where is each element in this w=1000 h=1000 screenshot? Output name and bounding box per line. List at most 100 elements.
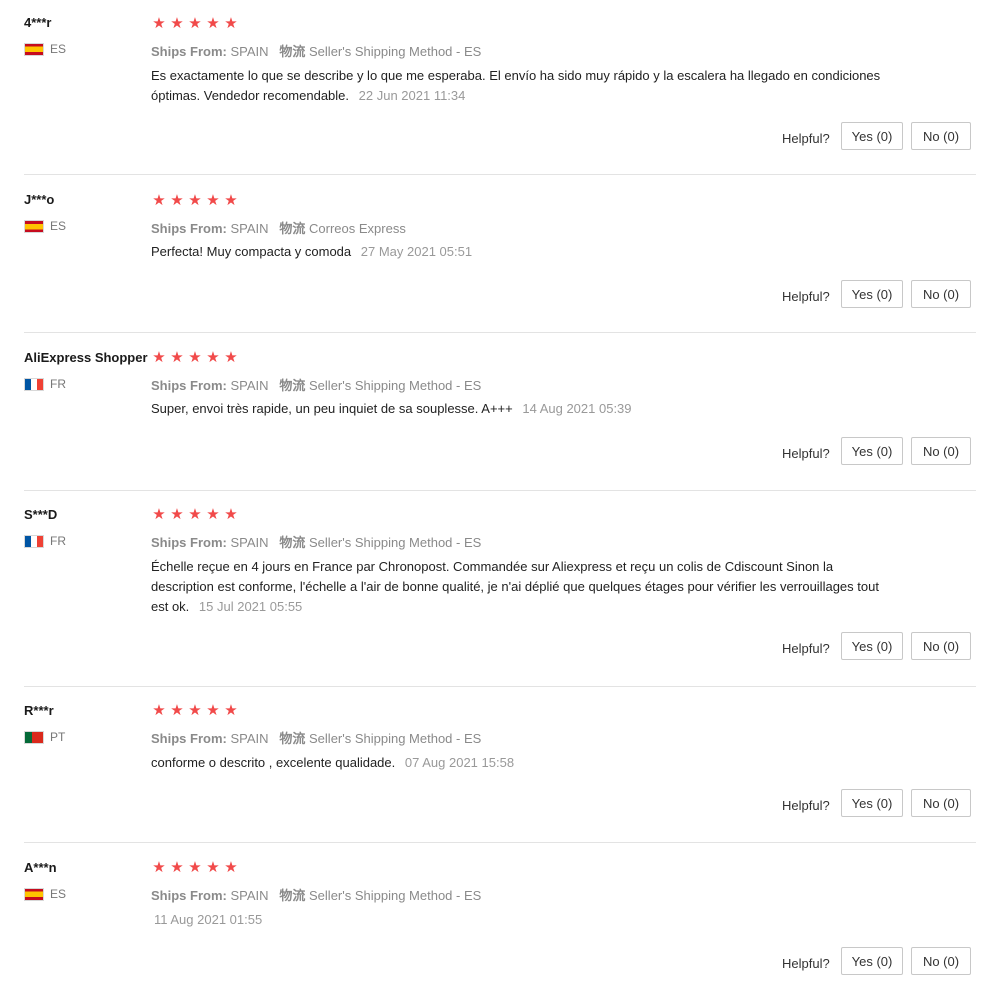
review-divider xyxy=(24,332,976,333)
helpful-label: Helpful? xyxy=(782,641,830,656)
shipping-info: Ships From: SPAIN 物流 Seller's Shipping M… xyxy=(151,885,481,904)
star-icon: ★ xyxy=(224,349,238,366)
review-body: 11 Aug 2021 01:55 xyxy=(151,910,881,930)
star-icon: ★ xyxy=(224,192,238,209)
review-body: Perfecta! Muy compacta y comoda 27 May 2… xyxy=(151,242,881,262)
star-icon: ★ xyxy=(206,859,220,876)
reviewer-country: FR xyxy=(24,534,66,548)
shipping-info: Ships From: SPAIN 物流 Correos Express xyxy=(151,218,406,237)
shipping-info: Ships From: SPAIN 物流 Seller's Shipping M… xyxy=(151,532,481,551)
star-icon: ★ xyxy=(170,15,184,32)
star-rating: ★ ★ ★ ★ ★ xyxy=(151,860,239,875)
helpful-label: Helpful? xyxy=(782,131,830,146)
shipping-info: Ships From: SPAIN 物流 Seller's Shipping M… xyxy=(151,41,481,60)
star-icon: ★ xyxy=(206,506,220,523)
ships-from-value: SPAIN xyxy=(230,888,269,903)
ships-from-value: SPAIN xyxy=(230,44,269,59)
helpful-no-button[interactable]: No (0) xyxy=(911,280,971,308)
ships-from-label: Ships From: xyxy=(151,221,227,236)
star-icon: ★ xyxy=(170,859,184,876)
ships-from-label: Ships From: xyxy=(151,888,227,903)
country-code: ES xyxy=(50,887,67,901)
helpful-no-button[interactable]: No (0) xyxy=(911,632,971,660)
logistics-label: 物流 xyxy=(279,888,306,903)
review-text: Super, envoi très rapide, un peu inquiet… xyxy=(151,401,513,416)
country-code: FR xyxy=(50,534,66,548)
shipping-method: Seller's Shipping Method - ES xyxy=(309,888,482,903)
helpful-yes-button[interactable]: Yes (0) xyxy=(841,947,903,975)
helpful-no-button[interactable]: No (0) xyxy=(911,947,971,975)
shipping-method: Correos Express xyxy=(309,221,406,236)
france-flag-icon xyxy=(24,377,44,391)
helpful-no-button[interactable]: No (0) xyxy=(911,437,971,465)
star-rating: ★ ★ ★ ★ ★ xyxy=(151,507,239,522)
reviewer-country: PT xyxy=(24,730,65,744)
country-code: ES xyxy=(50,42,67,56)
review-date: 15 Jul 2021 05:55 xyxy=(198,599,303,614)
star-rating: ★ ★ ★ ★ ★ xyxy=(151,703,239,718)
helpful-yes-button[interactable]: Yes (0) xyxy=(841,632,903,660)
review-date: 11 Aug 2021 01:55 xyxy=(154,912,263,927)
helpful-no-button[interactable]: No (0) xyxy=(911,789,971,817)
country-code: FR xyxy=(50,377,66,391)
review-date: 22 Jun 2021 11:34 xyxy=(358,88,466,103)
review-divider xyxy=(24,174,976,175)
star-icon: ★ xyxy=(206,15,220,32)
helpful-yes-button[interactable]: Yes (0) xyxy=(841,437,903,465)
helpful-label: Helpful? xyxy=(782,798,830,813)
reviewer-name: R***r xyxy=(24,703,54,718)
star-icon: ★ xyxy=(188,15,202,32)
logistics-label: 物流 xyxy=(279,44,306,59)
ships-from-value: SPAIN xyxy=(230,731,269,746)
review-body: Super, envoi très rapide, un peu inquiet… xyxy=(151,399,881,419)
shipping-method: Seller's Shipping Method - ES xyxy=(309,378,482,393)
star-icon: ★ xyxy=(224,15,238,32)
helpful-yes-button[interactable]: Yes (0) xyxy=(841,122,903,150)
review-divider xyxy=(24,842,976,843)
helpful-label: Helpful? xyxy=(782,446,830,461)
shipping-method: Seller's Shipping Method - ES xyxy=(309,44,482,59)
star-rating: ★ ★ ★ ★ ★ xyxy=(151,350,239,365)
ships-from-label: Ships From: xyxy=(151,535,227,550)
spain-flag-icon xyxy=(24,219,44,233)
star-icon: ★ xyxy=(188,859,202,876)
spain-flag-icon xyxy=(24,887,44,901)
helpful-no-button[interactable]: No (0) xyxy=(911,122,971,150)
star-icon: ★ xyxy=(188,702,202,719)
reviewer-country: ES xyxy=(24,219,66,233)
helpful-yes-button[interactable]: Yes (0) xyxy=(841,789,903,817)
star-icon: ★ xyxy=(152,192,166,209)
star-icon: ★ xyxy=(206,702,220,719)
logistics-label: 物流 xyxy=(279,535,306,550)
country-code: PT xyxy=(50,730,66,744)
helpful-yes-button[interactable]: Yes (0) xyxy=(841,280,903,308)
ships-from-label: Ships From: xyxy=(151,731,227,746)
ships-from-value: SPAIN xyxy=(230,221,269,236)
star-icon: ★ xyxy=(152,349,166,366)
star-rating: ★ ★ ★ ★ ★ xyxy=(151,193,239,208)
shipping-info: Ships From: SPAIN 物流 Seller's Shipping M… xyxy=(151,728,481,747)
review-date: 27 May 2021 05:51 xyxy=(360,244,473,259)
country-code: ES xyxy=(50,219,67,233)
star-icon: ★ xyxy=(152,15,166,32)
star-icon: ★ xyxy=(224,859,238,876)
logistics-label: 物流 xyxy=(279,221,306,236)
reviewer-name: J***o xyxy=(24,192,55,207)
review-text: Es exactamente lo que se describe y lo q… xyxy=(151,68,881,103)
ships-from-value: SPAIN xyxy=(230,535,269,550)
reviewer-country: ES xyxy=(24,887,66,901)
helpful-label: Helpful? xyxy=(782,289,830,304)
shipping-info: Ships From: SPAIN 物流 Seller's Shipping M… xyxy=(151,375,481,394)
reviewer-name: 4***r xyxy=(24,15,52,30)
ships-from-label: Ships From: xyxy=(151,378,227,393)
spain-flag-icon xyxy=(24,42,44,56)
star-icon: ★ xyxy=(188,349,202,366)
star-icon: ★ xyxy=(170,349,184,366)
review-text: Perfecta! Muy compacta y comoda xyxy=(151,244,352,259)
star-icon: ★ xyxy=(224,506,238,523)
star-icon: ★ xyxy=(152,702,166,719)
helpful-label: Helpful? xyxy=(782,956,830,971)
review-body: conforme o descrito , excelente qualidad… xyxy=(151,753,881,773)
star-icon: ★ xyxy=(206,349,220,366)
star-icon: ★ xyxy=(152,859,166,876)
